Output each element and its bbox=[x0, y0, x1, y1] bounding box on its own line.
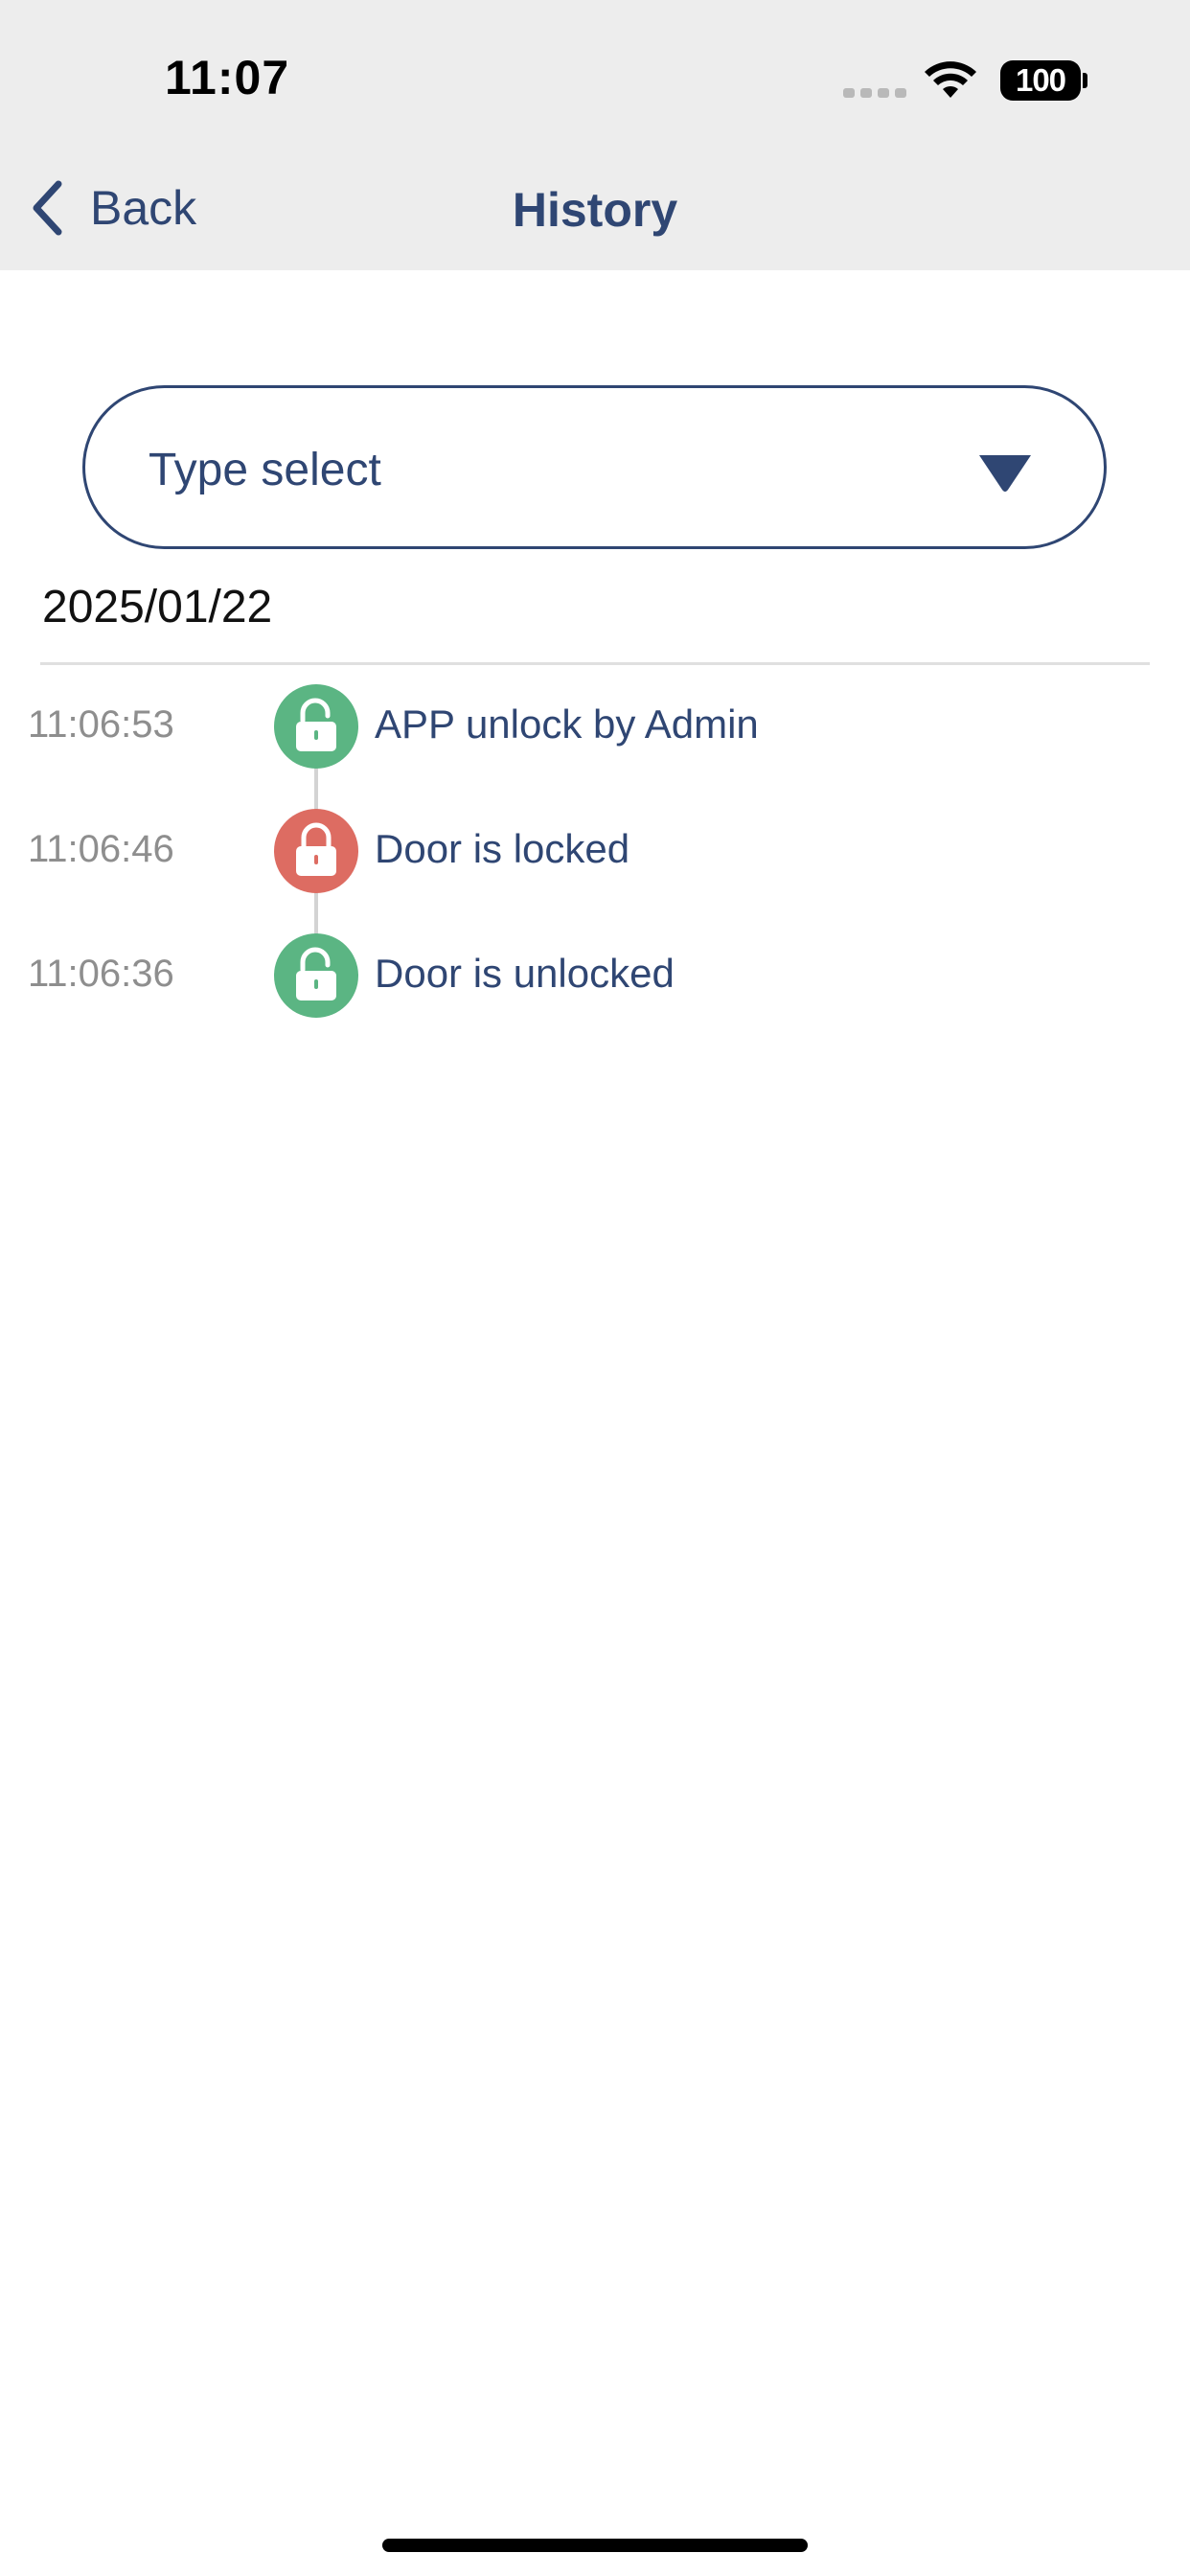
battery-tip bbox=[1083, 73, 1087, 88]
signal-icon bbox=[843, 88, 906, 98]
battery-icon: 100 bbox=[1000, 60, 1081, 101]
history-row: 11:06:36 Door is unlocked bbox=[0, 933, 1190, 1020]
dropdown-arrow-icon bbox=[979, 455, 1031, 492]
event-time: 11:06:46 bbox=[28, 828, 174, 870]
event-text: Door is unlocked bbox=[375, 951, 675, 996]
status-time: 11:07 bbox=[165, 51, 290, 104]
date-header: 2025/01/22 bbox=[42, 582, 273, 632]
lock-icon bbox=[274, 809, 358, 893]
type-select-placeholder: Type select bbox=[149, 445, 381, 495]
divider bbox=[40, 662, 1150, 665]
top-bar: 11:07 100 Back History bbox=[0, 0, 1190, 270]
wifi-icon bbox=[924, 59, 977, 100]
home-indicator[interactable] bbox=[382, 2539, 808, 2552]
history-row: 11:06:46 Door is locked bbox=[0, 809, 1190, 895]
type-select-dropdown[interactable]: Type select bbox=[82, 385, 1107, 549]
event-time: 11:06:36 bbox=[28, 953, 174, 995]
event-text: Door is locked bbox=[375, 826, 630, 871]
page-title: History bbox=[512, 183, 678, 237]
history-screen: 11:07 100 Back History Type select 2025/… bbox=[0, 0, 1190, 2576]
unlock-icon bbox=[274, 684, 358, 769]
history-row: 11:06:53 APP unlock by Admin bbox=[0, 684, 1190, 770]
event-time: 11:06:53 bbox=[28, 703, 174, 746]
event-text: APP unlock by Admin bbox=[375, 702, 759, 747]
unlock-icon bbox=[274, 933, 358, 1018]
